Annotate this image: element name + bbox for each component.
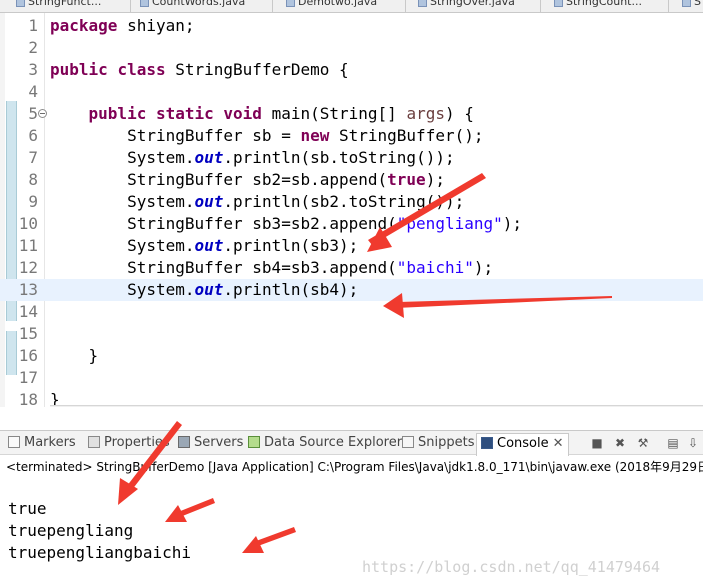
editor-tab-stringfunct[interactable]: StringFunct... (14, 0, 101, 11)
line-number: 12 (18, 258, 38, 277)
console-line: truepengliangbaichi (8, 543, 192, 562)
code-text: public static void main(String[] args) { (88, 104, 474, 123)
code-line[interactable]: 2 (0, 37, 703, 59)
code-text: StringBuffer sb2=sb.append(true); (50, 170, 445, 189)
line-number: 2 (28, 38, 38, 57)
tab-console[interactable]: Console ✕ (476, 433, 569, 456)
editor-tab-stringcount[interactable]: StringCount... (552, 0, 642, 11)
editor-tab-label: S (694, 0, 701, 8)
database-icon (248, 436, 260, 448)
code-line[interactable]: 1 package shiyan; (0, 15, 703, 37)
code-line[interactable]: 17 (0, 367, 703, 389)
markers-icon (8, 436, 20, 448)
code-line[interactable]: 15 (0, 323, 703, 345)
editor-tab-stringbufferdemo[interactable]: S (680, 0, 701, 11)
code-line[interactable]: 9 System.out.println(sb2.toString()); (0, 191, 703, 213)
java-file-icon (418, 0, 427, 7)
tab-label: Snippets (418, 435, 475, 450)
console-line: truepengliang (8, 521, 134, 540)
fold-collapse-icon[interactable] (38, 109, 47, 118)
java-file-icon (16, 0, 25, 7)
code-line[interactable]: 11 System.out.println(sb3); (0, 235, 703, 257)
tab-data-source-explorer[interactable]: Data Source Explorer (248, 434, 402, 452)
java-file-icon (554, 0, 563, 7)
console-status-line: <terminated> StringBufferDemo [Java Appl… (6, 460, 703, 474)
line-number: 15 (18, 324, 38, 343)
tab-label: Console (497, 436, 549, 451)
code-text: System.out.println(sb2.toString()); (50, 192, 465, 211)
watermark: https://blog.csdn.net/qq_41479464 (362, 558, 661, 576)
tab-label: Servers (194, 435, 244, 450)
line-number: 7 (28, 148, 38, 167)
editor-tab-demotwo[interactable]: Demotwo.java (284, 0, 377, 11)
tab-label: Data Source Explorer (264, 435, 403, 450)
tab-label: Properties (104, 435, 170, 450)
line-number: 5 (28, 104, 38, 123)
scroll-lock-icon[interactable]: ⇩ (686, 436, 700, 450)
snippets-icon (402, 436, 414, 448)
code-line[interactable]: 16 } (0, 345, 703, 367)
code-text: package shiyan; (50, 16, 195, 35)
clear-console-icon[interactable]: ▤ (666, 436, 680, 450)
code-line[interactable]: 12 StringBuffer sb4=sb3.append("baichi")… (0, 257, 703, 279)
line-number: 4 (28, 82, 38, 101)
code-line[interactable]: 7 System.out.println(sb.toString()); (0, 147, 703, 169)
remove-launch-icon[interactable]: ✖ (613, 436, 627, 450)
servers-icon (178, 436, 190, 448)
code-text: public class StringBufferDemo { (50, 60, 349, 79)
code-line[interactable]: 4 (0, 81, 703, 103)
line-number: 8 (28, 170, 38, 189)
tab-markers[interactable]: Markers (8, 434, 76, 452)
editor-tab-label: StringFunct... (28, 0, 102, 8)
java-file-icon (682, 0, 691, 7)
remove-all-terminated-icon[interactable]: ⚒ (636, 436, 650, 450)
view-tab-bar: Markers Properties Servers Data Source E… (0, 430, 703, 456)
editor-tab-countwords[interactable]: CountWords.java (138, 0, 245, 11)
console-icon (481, 437, 493, 449)
line-number: 11 (18, 236, 38, 255)
code-line[interactable]: 3 public class StringBufferDemo { (0, 59, 703, 81)
code-text: System.out.println(sb3); (50, 236, 359, 255)
editor-tab-label: StringCount... (566, 0, 642, 8)
code-text: System.out.println(sb.toString()); (50, 148, 455, 167)
code-line[interactable]: 10 StringBuffer sb3=sb2.append("penglian… (0, 213, 703, 235)
line-number: 10 (18, 214, 38, 233)
line-number: 17 (18, 368, 38, 387)
editor-tab-label: StringOver.java (430, 0, 515, 8)
editor-tab-strip: StringFunct... CountWords.java Demotwo.j… (0, 0, 703, 13)
code-line[interactable]: 6 StringBuffer sb = new StringBuffer(); (0, 125, 703, 147)
java-file-icon (140, 0, 149, 7)
close-icon[interactable]: ✕ (553, 436, 564, 451)
tab-properties[interactable]: Properties (88, 434, 170, 452)
tab-servers[interactable]: Servers (178, 434, 243, 452)
code-text: } (50, 346, 99, 365)
code-line[interactable]: 5 public static void main(String[] args)… (0, 103, 703, 125)
line-number: 3 (28, 60, 38, 79)
code-text: System.out.println(sb4); (50, 280, 359, 299)
editor-tab-stringover[interactable]: StringOver.java (416, 0, 515, 11)
horizontal-scrollbar[interactable] (50, 405, 703, 407)
code-line[interactable]: 8 StringBuffer sb2=sb.append(true); (0, 169, 703, 191)
java-file-icon (286, 0, 295, 7)
code-text: StringBuffer sb4=sb3.append("baichi"); (50, 258, 494, 277)
line-number: 13 (18, 280, 38, 299)
code-editor[interactable]: 1 package shiyan; 2 3 public class StringBuf… (0, 13, 703, 407)
code-line[interactable]: 14 (0, 301, 703, 323)
code-text: StringBuffer sb3=sb2.append("pengliang")… (50, 214, 523, 233)
editor-tab-label: CountWords.java (152, 0, 246, 8)
line-number: 18 (18, 390, 38, 407)
line-number: 1 (28, 16, 38, 35)
line-number: 6 (28, 126, 38, 145)
console-line: true (8, 499, 47, 518)
tab-label: Markers (24, 435, 76, 450)
editor-tab-label: Demotwo.java (298, 0, 378, 8)
tab-snippets[interactable]: Snippets (402, 434, 474, 452)
code-line[interactable]: 13 System.out.println(sb4); (0, 279, 703, 301)
properties-icon (88, 436, 100, 448)
line-number: 14 (18, 302, 38, 321)
stop-icon[interactable]: ■ (590, 436, 604, 450)
code-text: StringBuffer sb = new StringBuffer(); (50, 126, 484, 145)
line-number: 16 (18, 346, 38, 365)
line-number: 9 (28, 192, 38, 211)
